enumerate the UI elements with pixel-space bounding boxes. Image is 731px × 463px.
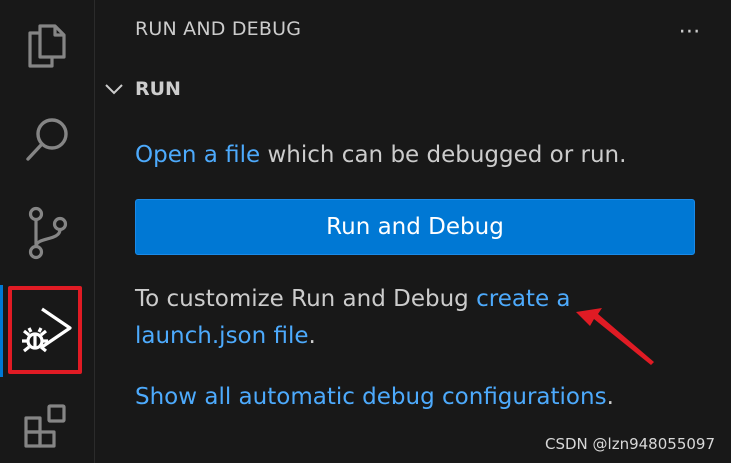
more-actions-button[interactable]: ⋯: [673, 14, 707, 48]
activity-search[interactable]: [0, 100, 94, 180]
open-file-text: which can be debugged or run.: [260, 142, 627, 168]
customize-message-line1: To customize Run and Debug create a: [135, 281, 571, 318]
annotation-arrow: [576, 308, 654, 365]
customize-message-line2: launch.json file.: [135, 318, 316, 355]
run-and-debug-button[interactable]: Run and Debug: [135, 199, 695, 255]
vscode-window: RUN AND DEBUG ⋯ RUN Open a file which ca…: [0, 0, 731, 463]
activity-extensions[interactable]: [0, 388, 94, 463]
activity-source-control[interactable]: [0, 193, 94, 273]
ellipsis-icon: ⋯: [678, 18, 702, 44]
run-button-label: Run and Debug: [326, 214, 504, 240]
create-launch-link-cont[interactable]: launch.json file: [135, 323, 309, 349]
customize-text: To customize Run and Debug: [135, 286, 477, 312]
open-file-message: Open a file which can be debugged or run…: [135, 137, 626, 174]
open-file-link[interactable]: Open a file: [135, 142, 260, 168]
view-title: RUN AND DEBUG: [135, 18, 302, 40]
activity-explorer[interactable]: [0, 5, 94, 85]
files-icon: [22, 20, 72, 70]
run-and-debug-view: RUN AND DEBUG ⋯ RUN Open a file which ca…: [95, 0, 731, 463]
activity-bar: [0, 0, 95, 463]
create-launch-link[interactable]: create a: [476, 286, 570, 312]
annotation-highlight-box: [8, 286, 82, 374]
show-all-configs-link[interactable]: Show all automatic debug configurations: [135, 384, 607, 410]
search-icon: [21, 114, 73, 166]
run-section-header[interactable]: RUN: [103, 74, 181, 104]
source-control-icon: [22, 205, 72, 261]
extensions-icon: [21, 402, 73, 454]
watermark: CSDN @lzn948055097: [545, 435, 715, 453]
show-all-end: .: [606, 384, 614, 410]
customize-end: .: [308, 323, 316, 349]
show-all-message: Show all automatic debug configurations.: [135, 379, 614, 416]
section-title: RUN: [135, 78, 181, 100]
chevron-down-icon: [103, 82, 125, 96]
